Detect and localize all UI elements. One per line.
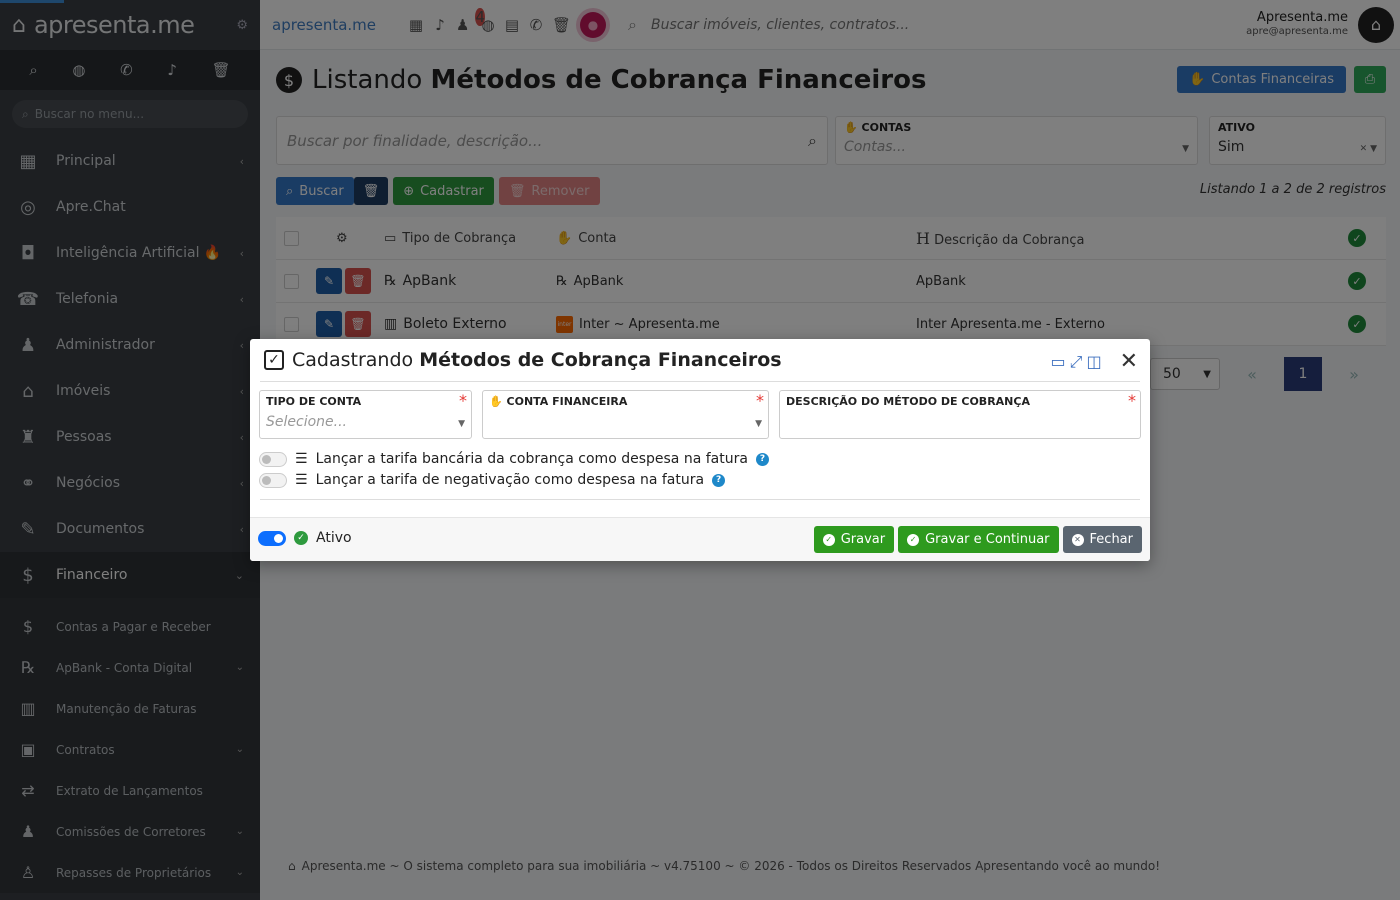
modal-title-bold: Métodos de Cobrança Financeiros [419,349,782,371]
tipo-conta-placeholder: Selecione... [266,414,347,430]
conta-financeira-label: ✋ CONTA FINANCEIRA [489,395,628,408]
create-modal: ✓ Cadastrando Métodos de Cobrança Financ… [250,339,1150,561]
checklist-icon: ☰ [295,451,308,467]
modal-title: ✓ Cadastrando Métodos de Cobrança Financ… [264,349,782,371]
tipo-conta-select[interactable]: TIPO DE CONTA * Selecione... ▼ [259,390,472,439]
modal-title-prefix: Cadastrando [292,349,414,371]
descricao-input[interactable]: DESCRIÇÃO DO MÉTODO DE COBRANÇA * [779,390,1141,439]
required-asterisk: * [756,391,764,410]
divider [260,381,1140,382]
conta-financeira-select[interactable]: ✋ CONTA FINANCEIRA * ▼ [482,390,769,439]
caret-down-icon: ▼ [755,419,762,429]
check-circle-icon: ✓ [294,531,308,545]
modal-buttons: ✓ Gravar ✓ Gravar e Continuar ✕ Fechar [813,526,1142,553]
toggle-switch-on[interactable] [258,530,286,546]
check-circle-icon: ✓ [822,533,835,546]
ativo-label: Ativo [316,530,352,546]
fechar-button[interactable]: ✕ Fechar [1062,526,1142,553]
required-asterisk: * [459,391,467,410]
toggle-tarifa-negativacao-label: Lançar a tarifa de negativação como desp… [315,472,705,488]
checklist-icon: ☰ [295,472,308,488]
close-circle-icon: ✕ [1071,533,1084,546]
conta-financeira-label-text: CONTA FINANCEIRA [506,395,628,408]
divider [260,499,1140,500]
toggle-switch[interactable] [259,472,287,488]
required-asterisk: * [1128,391,1136,410]
sidebar-panel-icon[interactable]: ◫ [1086,352,1101,371]
toggle-tarifa-bancaria[interactable]: ☰ Lançar a tarifa bancária da cobrança c… [259,451,769,467]
window-size-icon[interactable]: ▭ [1051,352,1066,371]
checkbox-checked-icon: ✓ [264,350,284,370]
caret-down-icon: ▼ [458,419,465,429]
close-icon[interactable]: ✕ [1120,349,1138,374]
fechar-label: Fechar [1089,532,1133,547]
modal-tools: ▭ ⤢ ◫ ✕ [1051,349,1139,374]
gravar-continuar-button[interactable]: ✓ Gravar e Continuar [898,526,1059,553]
gravar-button[interactable]: ✓ Gravar [813,526,895,553]
help-icon[interactable]: ? [755,452,769,466]
ativo-toggle[interactable]: ✓ Ativo [258,530,352,546]
expand-icon[interactable]: ⤢ [1070,352,1083,372]
descricao-label: DESCRIÇÃO DO MÉTODO DE COBRANÇA [786,395,1030,408]
tipo-conta-label: TIPO DE CONTA [266,395,362,408]
help-icon[interactable]: ? [712,473,726,487]
toggle-tarifa-bancaria-label: Lançar a tarifa bancária da cobrança com… [315,451,748,467]
gravar-label: Gravar [840,532,886,547]
modal-footer: ✓ Ativo ✓ Gravar ✓ Gravar e Continuar ✕ Fec… [250,517,1150,561]
gravar-continuar-label: Gravar e Continuar [925,532,1050,547]
toggle-tarifa-negativacao[interactable]: ☰ Lançar a tarifa de negativação como de… [259,472,726,488]
check-circle-icon: ✓ [907,533,920,546]
toggle-switch[interactable] [259,451,287,467]
